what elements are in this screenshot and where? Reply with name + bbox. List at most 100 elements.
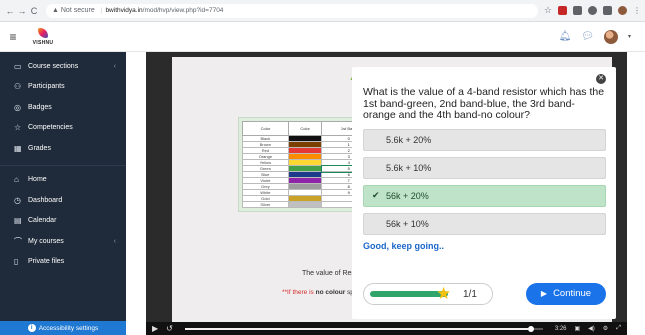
graduation-icon: ⌒	[14, 236, 22, 246]
bookmark-star-icon[interactable]: ☆	[544, 5, 552, 16]
play-icon: ▶	[540, 289, 548, 298]
close-icon[interactable]: ✕	[596, 74, 606, 84]
sidebar-item-label: Home	[28, 176, 47, 184]
quiz-dialog: ✕ What is the value of a 4-band resistor…	[352, 67, 616, 319]
star-icon: ☆	[14, 123, 22, 133]
sidebar-item-label: Grades	[28, 144, 51, 152]
table-header: Color	[242, 121, 289, 136]
extension-icon-1[interactable]	[558, 6, 567, 15]
users-icon: ⚇	[14, 82, 22, 92]
answer-option-2[interactable]: 5.6k + 10%	[363, 156, 606, 179]
volume-icon[interactable]: ◀︎)	[588, 325, 595, 332]
rewind-icon[interactable]: ↺	[166, 324, 173, 333]
extension-icon-3[interactable]	[588, 6, 597, 15]
hamburger-menu-icon[interactable]: ≡	[0, 30, 26, 44]
quiz-question: What is the value of a 4-band resistor w…	[363, 86, 605, 121]
continue-label: Continue	[553, 288, 592, 299]
video-controls: ▶ ↺ 3:26 ▣ ◀︎) ⚙ ⤢	[146, 322, 627, 335]
sidebar-item-label: Private files	[28, 258, 65, 266]
chevron-left-icon: ‹	[113, 62, 116, 70]
score-indicator: ★ 1/1	[363, 282, 493, 305]
interactive-video[interactable]: 𝐿 Color Color 1st Band 2nd Band Black00B…	[146, 52, 627, 322]
site-header: ≡ VISHNU 🔔︎ 💬︎ ▾	[0, 22, 645, 52]
sidebar-item-private-files[interactable]: ▯ Private files	[0, 252, 126, 273]
address-bar[interactable]: ▲ Not secure | bwithvidya.in /mod/hvp/vi…	[46, 3, 538, 18]
color-swatch-cell	[287, 201, 323, 208]
answer-option-1[interactable]: 5.6k + 20%	[363, 128, 606, 151]
seek-progress	[184, 327, 529, 330]
calendar-icon: ▤	[14, 216, 22, 226]
checkmark-icon: ✔	[372, 190, 380, 200]
answer-label: 56k + 20%	[386, 190, 429, 201]
url-host: bwithvidya.in	[105, 7, 143, 14]
forward-button[interactable]: →	[16, 6, 28, 16]
sidebar-divider	[0, 159, 126, 166]
seek-bar[interactable]	[184, 325, 543, 332]
sidebar-item-course-sections[interactable]: ▭ Course sections ‹	[0, 56, 126, 77]
accessibility-icon: i	[27, 324, 36, 332]
sidebar-item-label: Badges	[28, 103, 52, 111]
time-display: 3:26	[554, 325, 567, 332]
answer-option-4[interactable]: 56k + 10%	[363, 212, 606, 235]
accessibility-settings-button[interactable]: i Accessibility settings	[0, 321, 126, 335]
browser-toolbar: ← → C ▲ Not secure | bwithvidya.in /mod/…	[0, 0, 645, 22]
sidebar-item-competencies[interactable]: ☆ Competencies	[0, 118, 126, 139]
main-content: 𝐿 Color Color 1st Band 2nd Band Black00B…	[126, 52, 645, 335]
answer-label: 5.6k + 10%	[386, 162, 432, 173]
grid-icon: ▦	[14, 143, 22, 153]
security-indicator[interactable]: ▲ Not secure	[52, 7, 95, 14]
sidebar-item-badges[interactable]: ◎ Badges	[0, 97, 126, 118]
table-header: Color	[287, 121, 323, 136]
color-name-cell: Silver	[242, 201, 289, 208]
site-logo[interactable]: VISHNU	[26, 24, 60, 50]
profile-avatar-icon[interactable]	[618, 6, 627, 15]
star-icon: ★	[436, 283, 452, 303]
sidebar-item-label: My courses	[28, 237, 64, 245]
logo-mark-icon	[36, 27, 50, 40]
note-bold: no colour	[315, 289, 346, 296]
dashboard-icon: ◷	[14, 195, 21, 205]
bookmarks-icon[interactable]: ▣	[575, 325, 581, 332]
settings-gear-icon[interactable]: ⚙	[603, 325, 608, 332]
sidebar-item-grades[interactable]: ▦ Grades	[0, 138, 126, 159]
sidebar-item-label: Calendar	[28, 217, 57, 225]
quiz-feedback: Good, keep going..	[363, 240, 444, 251]
home-icon: ⌂	[14, 175, 19, 185]
menu-dots-icon[interactable]: ⋮	[633, 6, 641, 15]
back-button[interactable]: ←	[4, 6, 16, 16]
extension-icon-2[interactable]	[573, 6, 582, 15]
reload-button[interactable]: C	[28, 6, 40, 16]
chevron-left-icon: ‹	[113, 237, 116, 245]
continue-button[interactable]: ▶ Continue	[526, 282, 606, 305]
score-text: 1/1	[463, 288, 477, 300]
user-avatar[interactable]	[603, 29, 618, 44]
answer-option-3[interactable]: ✔ 56k + 20%	[363, 184, 606, 207]
sidebar-item-participants[interactable]: ⚇ Participants	[0, 77, 126, 98]
sidebar-item-dashboard[interactable]: ◷ Dashboard	[0, 190, 126, 211]
sidebar-item-label: Competencies	[28, 124, 73, 132]
url-path: /mod/hvp/view.php?id=7704	[142, 7, 224, 14]
badge-icon: ◎	[14, 102, 21, 112]
extension-icon-4[interactable]	[603, 6, 612, 15]
file-icon: ▯	[14, 257, 19, 267]
header-actions: 🔔︎ 💬︎ ▾	[559, 29, 645, 44]
user-menu-caret-icon[interactable]: ▾	[628, 33, 631, 40]
extensions-area: ☆ ⋮	[544, 5, 641, 16]
folder-icon: ▭	[14, 61, 22, 71]
play-icon[interactable]: ▶	[152, 324, 158, 333]
logo-text: VISHNU	[32, 39, 54, 46]
sidebar-item-label: Course sections	[28, 62, 79, 70]
sidebar-item-home[interactable]: ⌂ Home	[0, 170, 126, 191]
sidebar-item-my-courses[interactable]: ⌒ My courses ‹	[0, 231, 126, 252]
nav-drawer: ▭ Course sections ‹ ⚇ Participants ◎ Bad…	[0, 52, 126, 335]
sidebar-item-calendar[interactable]: ▤ Calendar	[0, 211, 126, 232]
seek-handle[interactable]	[528, 325, 535, 332]
notifications-bell-icon[interactable]: 🔔︎	[559, 31, 572, 42]
messages-chat-icon[interactable]: 💬︎	[581, 31, 594, 42]
note-prefix: **If there is	[282, 289, 316, 296]
quiz-footer: ★ 1/1 ▶ Continue	[363, 281, 606, 306]
sidebar-item-label: Dashboard	[28, 196, 63, 204]
slide-note-text: **If there is no colour spec	[282, 289, 361, 296]
fullscreen-icon[interactable]: ⤢	[616, 325, 621, 332]
answer-label: 5.6k + 20%	[386, 134, 432, 145]
